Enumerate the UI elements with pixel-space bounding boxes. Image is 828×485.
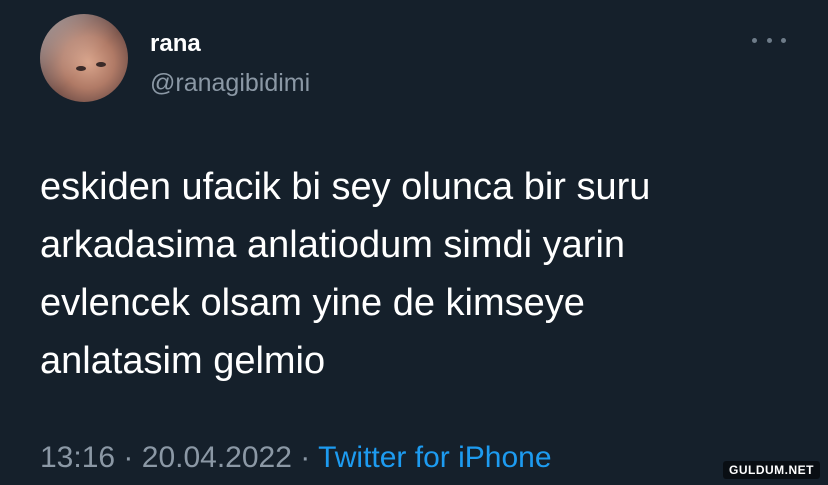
meta-separator: · bbox=[123, 441, 134, 474]
avatar[interactable] bbox=[40, 14, 128, 102]
tweet-source-link[interactable]: Twitter for iPhone bbox=[318, 441, 551, 474]
display-name[interactable]: rana bbox=[150, 30, 201, 58]
tweet-line: anlatasim gelmio bbox=[40, 340, 326, 382]
avatar-eye-left bbox=[76, 66, 86, 71]
dot bbox=[752, 37, 757, 43]
tweet-line: eskiden ufacik bi sey olunca bir suru bbox=[40, 166, 651, 208]
tweet-line: evlencek olsam yine de kimseye bbox=[40, 282, 585, 324]
tweet-time[interactable]: 13:16 bbox=[40, 441, 115, 474]
user-handle[interactable]: @ranagibidimi bbox=[150, 68, 310, 98]
meta-separator: · bbox=[300, 441, 311, 474]
dot bbox=[766, 37, 772, 43]
more-options-icon[interactable] bbox=[752, 30, 786, 50]
tweet-line: arkadasima anlatiodum simdi yarin bbox=[40, 224, 626, 266]
avatar-photo-overlay bbox=[40, 14, 128, 102]
dot bbox=[781, 37, 786, 43]
watermark: GULDUM.NET bbox=[723, 461, 820, 479]
tweet-date[interactable]: 20.04.2022 bbox=[142, 441, 292, 474]
tweet-text: eskiden ufacik bi sey olunca bir suru ar… bbox=[40, 158, 800, 390]
tweet-meta: 13:16 · 20.04.2022 · Twitter for iPhone bbox=[40, 440, 552, 476]
avatar-eye-right bbox=[96, 62, 106, 67]
